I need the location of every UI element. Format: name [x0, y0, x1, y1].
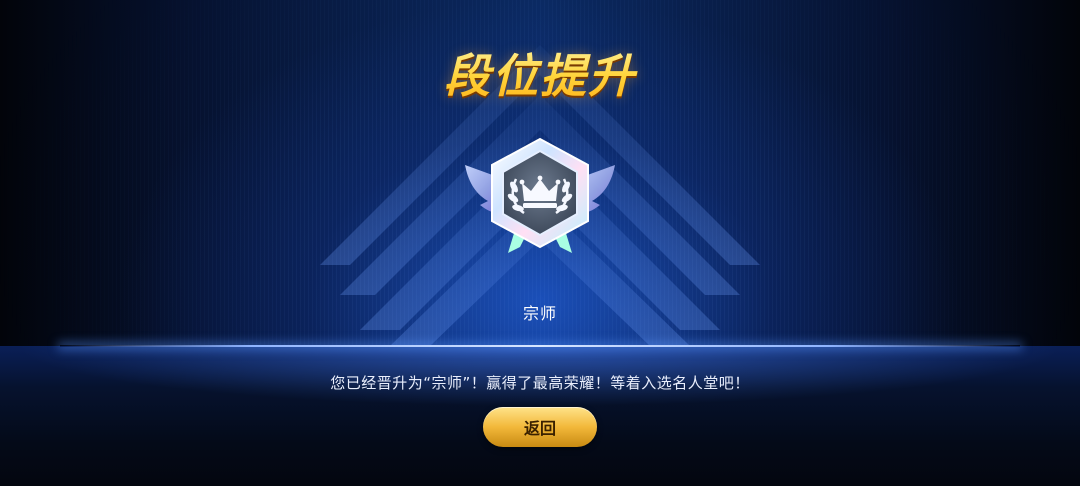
rank-badge-icon: [465, 137, 615, 253]
rank-name: 宗师: [522, 304, 557, 323]
promotion-screen: 段位提升 宗师 您已经晋升为“宗师”！赢得了最高荣耀！等着入选名人堂吧！ 返回: [0, 0, 1080, 486]
back-button[interactable]: 返回: [483, 407, 597, 447]
horizon-line: [60, 345, 1020, 347]
promotion-message: 您已经晋升为“宗师”！赢得了最高荣耀！等着入选名人堂吧！: [330, 374, 750, 392]
page-title: 段位提升: [0, 40, 1080, 106]
